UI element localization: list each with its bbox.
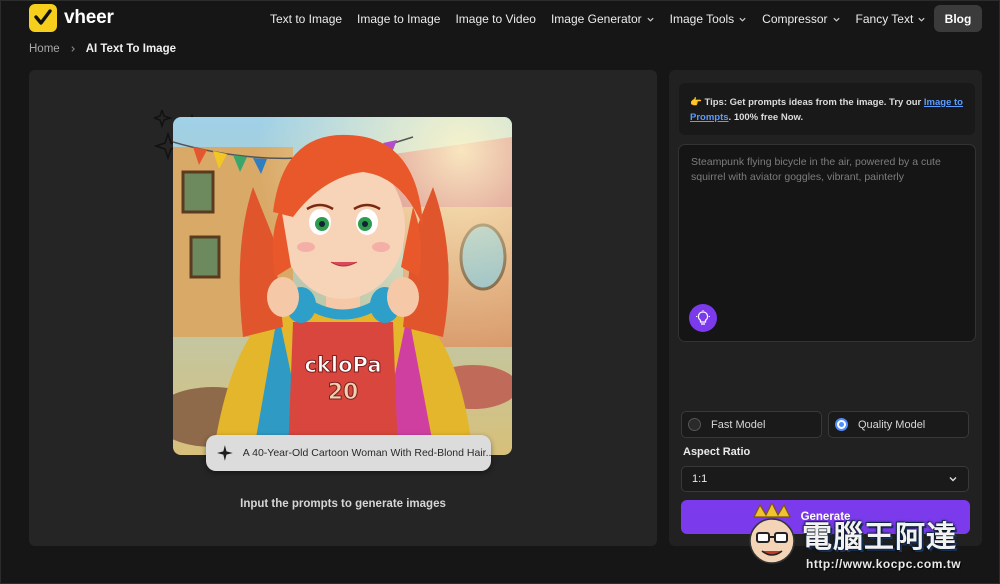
lightbulb-icon bbox=[696, 310, 710, 325]
quality-model-option[interactable]: Quality Model bbox=[828, 411, 969, 438]
checkmark-logo-icon bbox=[29, 4, 57, 32]
aspect-ratio-select[interactable]: 1:1 bbox=[681, 466, 969, 492]
nav-menu: Text to Image Image to Image Image to Vi… bbox=[270, 0, 941, 38]
nav-item-fancy-text[interactable]: Fancy Text bbox=[856, 12, 927, 26]
prompt-box bbox=[678, 144, 976, 342]
nav-item-image-tools[interactable]: Image Tools bbox=[670, 12, 747, 26]
mascot-face-icon bbox=[749, 503, 795, 564]
chevron-down-icon bbox=[949, 477, 957, 482]
nav-item-image-to-image[interactable]: Image to Image bbox=[357, 12, 440, 26]
nav-item-image-to-video[interactable]: Image to Video bbox=[455, 12, 536, 26]
nav-item-image-generator[interactable]: Image Generator bbox=[551, 12, 655, 26]
watermark-url: http://www.kocpc.com.tw bbox=[806, 557, 962, 571]
shirt-text: ckloPa bbox=[304, 353, 381, 377]
aspect-ratio-value: 1:1 bbox=[692, 473, 708, 485]
page-title: AI Text To Image bbox=[85, 43, 176, 55]
aspect-ratio-label: Aspect Ratio bbox=[683, 446, 751, 458]
shirt-number: 20 bbox=[328, 380, 359, 405]
nav-label: Text to Image bbox=[270, 12, 343, 26]
model-selector: Fast Model Quality Model bbox=[681, 411, 969, 438]
tips-suffix: . 100% free Now. bbox=[728, 112, 804, 123]
tips-box: 👉 Tips: Get prompts ideas from the image… bbox=[679, 83, 975, 135]
top-nav: vheer Text to Image Image to Image Image… bbox=[0, 0, 1000, 38]
watermark-title: 電腦王阿達 bbox=[802, 520, 957, 555]
nav-label: Image to Video bbox=[455, 12, 536, 26]
nav-item-text-to-image[interactable]: Text to Image bbox=[270, 12, 342, 26]
tips-text: 👉 Tips: Get prompts ideas from the image… bbox=[690, 97, 924, 108]
brand-logo[interactable]: vheer bbox=[29, 4, 114, 32]
generator-panel: 👉 Tips: Get prompts ideas from the image… bbox=[669, 70, 982, 546]
nav-label: Compressor bbox=[762, 12, 828, 26]
chevron-down-icon bbox=[918, 17, 925, 22]
model-label: Quality Model bbox=[858, 418, 926, 431]
breadcrumb-home-link[interactable]: Home bbox=[29, 43, 60, 55]
prompt-input[interactable] bbox=[679, 145, 975, 295]
radio-selected-icon bbox=[835, 418, 848, 431]
radio-icon bbox=[688, 418, 701, 431]
chevron-down-icon bbox=[647, 17, 654, 22]
chevron-down-icon bbox=[739, 17, 746, 22]
nav-label: Image Tools bbox=[669, 12, 735, 26]
sparkle-icon bbox=[217, 445, 233, 461]
generated-image-preview[interactable]: ckloPa 20 bbox=[173, 117, 512, 455]
nav-label: Fancy Text bbox=[855, 12, 914, 26]
brand-name: vheer bbox=[64, 7, 114, 28]
chevron-right-icon bbox=[71, 46, 75, 52]
fast-model-option[interactable]: Fast Model bbox=[681, 411, 822, 438]
breadcrumb: Home AI Text To Image bbox=[29, 43, 176, 55]
prompt-chip-text: A 40-Year-Old Cartoon Woman With Red-Blo… bbox=[242, 447, 491, 459]
preview-panel: ckloPa 20 A 40-Year-Old Cartoon Woman Wi… bbox=[29, 70, 657, 546]
chevron-down-icon bbox=[832, 17, 840, 22]
blog-button[interactable]: Blog bbox=[934, 5, 982, 32]
prompt-ideas-button[interactable] bbox=[689, 304, 717, 332]
empty-state-hint: Input the prompts to generate images bbox=[240, 498, 446, 510]
model-label: Fast Model bbox=[711, 418, 766, 431]
nav-label: Image to Image bbox=[357, 12, 441, 26]
nav-label: Image Generator bbox=[550, 12, 642, 26]
illustration-image: ckloPa 20 bbox=[173, 117, 512, 455]
watermark: 電腦王阿達 http://www.kocpc.com.tw bbox=[740, 497, 995, 583]
nav-item-compressor[interactable]: Compressor bbox=[762, 12, 840, 26]
prompt-chip[interactable]: A 40-Year-Old Cartoon Woman With Red-Blo… bbox=[206, 435, 491, 471]
